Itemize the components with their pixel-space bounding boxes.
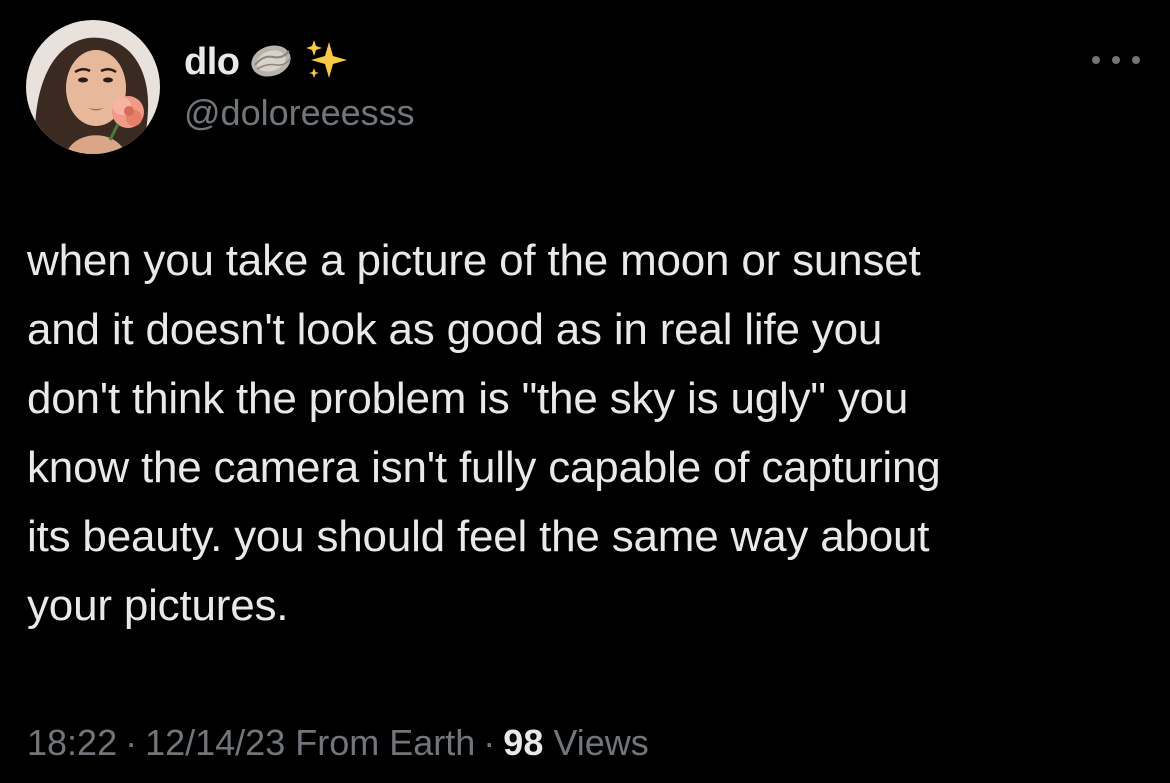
avatar-image [26, 20, 160, 154]
meta-separator: · [483, 722, 496, 763]
tweet-source: From Earth [295, 722, 476, 763]
tweet: dlo @doloreeesss when you take a picture… [0, 0, 1170, 783]
oyster-icon [249, 41, 295, 84]
tweet-text: when you take a picture of the moon or s… [27, 236, 941, 630]
tweet-header: dlo @doloreeesss [26, 20, 1146, 156]
tweet-meta: 18:22 · 12/14/23 From Earth · 98 Views [27, 722, 649, 764]
more-dot [1092, 56, 1100, 64]
more-dot [1132, 56, 1140, 64]
avatar[interactable] [26, 20, 160, 154]
tweet-date[interactable]: 12/14/23 [145, 722, 285, 763]
user-handle[interactable]: @doloreeesss [184, 92, 415, 134]
name-row: dlo [184, 38, 415, 86]
meta-separator: · [125, 722, 138, 763]
more-options-icon[interactable] [1092, 48, 1140, 72]
tweet-time[interactable]: 18:22 [27, 722, 117, 763]
sparkles-icon [305, 38, 349, 87]
display-name[interactable]: dlo [184, 41, 240, 84]
user-info: dlo @doloreeesss [184, 38, 415, 134]
more-dot [1112, 56, 1120, 64]
views-count[interactable]: 98 [503, 722, 543, 763]
views-label: Views [553, 722, 649, 763]
